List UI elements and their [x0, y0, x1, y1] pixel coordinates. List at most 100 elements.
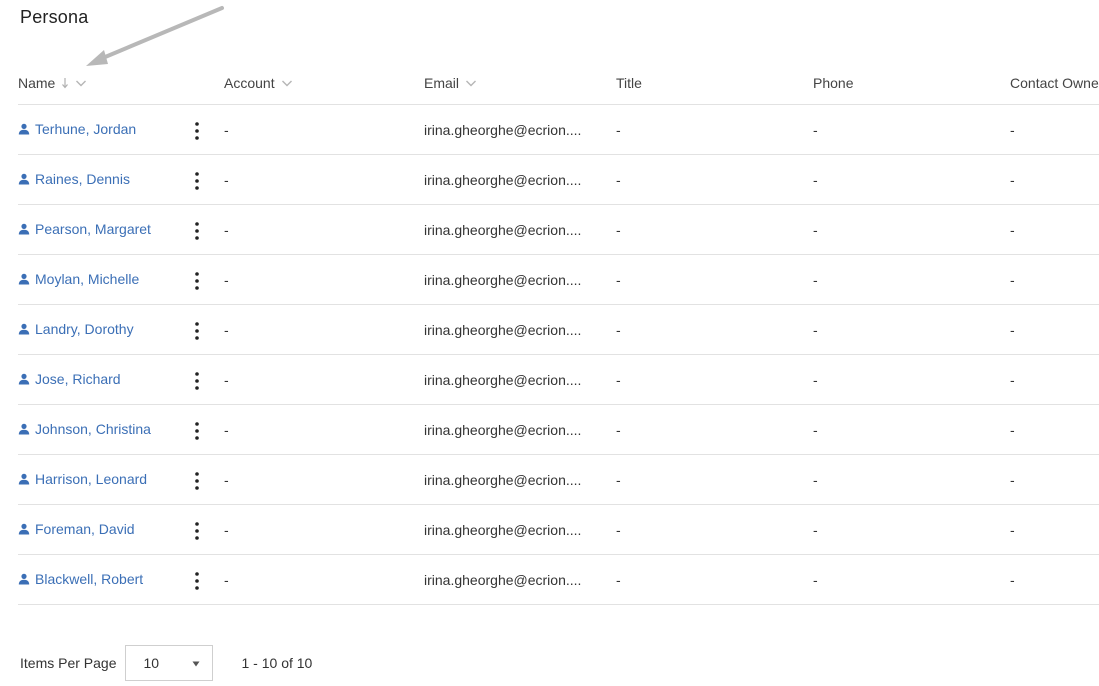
cell-name: Blackwell, Robert — [18, 554, 190, 605]
contact-owner-value: - — [1010, 271, 1015, 288]
person-icon — [18, 523, 30, 535]
contact-name-link[interactable]: Terhune, Jordan — [18, 121, 136, 137]
table-row[interactable]: Johnson, Christina - irina.gheorghe@ecrion… — [18, 404, 1099, 455]
kebab-menu-icon[interactable] — [190, 421, 204, 441]
email-value: irina.gheorghe@ecrion.... — [424, 171, 582, 188]
column-header-contact-owner[interactable]: Contact Owner — [1010, 62, 1099, 105]
cell-phone: - — [813, 204, 1011, 255]
person-icon — [18, 323, 30, 335]
contact-name-link[interactable]: Moylan, Michelle — [18, 271, 139, 287]
cell-contact-owner: - — [1010, 204, 1099, 255]
title-value: - — [616, 571, 621, 588]
cell-row-menu — [190, 204, 225, 255]
contact-name-link[interactable]: Foreman, David — [18, 521, 135, 537]
contact-name: Moylan, Michelle — [35, 271, 140, 287]
phone-value: - — [813, 471, 818, 488]
kebab-menu-icon[interactable] — [190, 371, 204, 391]
contact-name: Blackwell, Robert — [35, 571, 144, 587]
table-row[interactable]: Foreman, David - irina.gheorghe@ecrion....… — [18, 504, 1099, 555]
cell-title: - — [616, 454, 814, 505]
cell-account: - — [224, 204, 425, 255]
table-row[interactable]: Blackwell, Robert - irina.gheorghe@ecrion.… — [18, 554, 1099, 605]
email-value: irina.gheorghe@ecrion.... — [424, 121, 582, 138]
account-value: - — [224, 571, 229, 588]
cell-name: Johnson, Christina — [18, 404, 190, 455]
table-body: Terhune, Jordan - irina.gheorghe@ecrion...… — [18, 104, 1099, 605]
table-row[interactable]: Harrison, Leonard - irina.gheorghe@ecrion.… — [18, 454, 1099, 505]
column-header-label: Title — [616, 75, 642, 91]
title-value: - — [616, 271, 621, 288]
person-icon — [18, 273, 30, 285]
kebab-menu-icon[interactable] — [190, 271, 204, 291]
contact-name-link[interactable]: Harrison, Leonard — [18, 471, 147, 487]
phone-value: - — [813, 171, 818, 188]
contact-name-link[interactable]: Johnson, Christina — [18, 421, 151, 437]
column-header-email[interactable]: Email — [424, 62, 617, 105]
cell-title: - — [616, 104, 814, 155]
contact-name-link[interactable]: Raines, Dennis — [18, 171, 130, 187]
table-row[interactable]: Landry, Dorothy - irina.gheorghe@ecrion...… — [18, 304, 1099, 355]
cell-row-menu — [190, 354, 225, 405]
chevron-down-icon[interactable] — [465, 77, 477, 89]
contact-name-link[interactable]: Blackwell, Robert — [18, 571, 143, 587]
contacts-table: Name Account Email Title Phone Contact O… — [18, 62, 1099, 605]
table-row[interactable]: Raines, Dennis - irina.gheorghe@ecrion....… — [18, 154, 1099, 205]
contact-name-link[interactable]: Pearson, Margaret — [18, 221, 151, 237]
person-icon — [18, 123, 30, 135]
column-header-label: Contact Owner — [1010, 75, 1099, 91]
cell-phone: - — [813, 404, 1011, 455]
column-header-label: Name — [18, 75, 56, 91]
cell-contact-owner: - — [1010, 354, 1099, 405]
contact-name-link[interactable]: Jose, Richard — [18, 371, 121, 387]
table-row[interactable]: Jose, Richard - irina.gheorghe@ecrion.... -… — [18, 354, 1099, 405]
kebab-menu-icon[interactable] — [190, 571, 204, 591]
column-header-title[interactable]: Title — [616, 62, 814, 105]
kebab-menu-icon[interactable] — [190, 521, 204, 541]
contact-name-link[interactable]: Landry, Dorothy — [18, 321, 134, 337]
cell-row-menu — [190, 304, 225, 355]
kebab-menu-icon[interactable] — [190, 471, 204, 491]
kebab-menu-icon[interactable] — [190, 171, 204, 191]
cell-contact-owner: - — [1010, 504, 1099, 555]
cell-title: - — [616, 154, 814, 205]
cell-account: - — [224, 554, 425, 605]
chevron-down-icon[interactable] — [281, 77, 293, 89]
contact-name: Foreman, David — [35, 521, 135, 537]
column-header-account[interactable]: Account — [224, 62, 425, 105]
title-value: - — [616, 321, 621, 338]
person-icon — [18, 423, 30, 435]
chevron-down-icon[interactable] — [75, 77, 87, 89]
items-per-page-select[interactable]: 10 — [124, 645, 213, 681]
column-header-name[interactable]: Name — [18, 62, 225, 105]
cell-title: - — [616, 304, 814, 355]
kebab-menu-icon[interactable] — [190, 121, 204, 141]
table-row[interactable]: Terhune, Jordan - irina.gheorghe@ecrion...… — [18, 104, 1099, 155]
contacts-table-container: Name Account Email Title Phone Contact O… — [18, 62, 1099, 605]
column-header-phone[interactable]: Phone — [813, 62, 1011, 105]
phone-value: - — [813, 521, 818, 538]
kebab-menu-icon[interactable] — [190, 321, 204, 341]
title-value: - — [616, 521, 621, 538]
cell-phone: - — [813, 304, 1011, 355]
table-row[interactable]: Moylan, Michelle - irina.gheorghe@ecrion..… — [18, 254, 1099, 305]
kebab-menu-icon[interactable] — [190, 221, 204, 241]
contact-name: Johnson, Christina — [35, 421, 151, 437]
cell-name: Pearson, Margaret — [18, 204, 190, 255]
contact-name: Landry, Dorothy — [35, 321, 134, 337]
items-per-page-label: Items Per Page — [20, 655, 117, 671]
contact-owner-value: - — [1010, 521, 1015, 538]
sort-down-arrow-icon[interactable] — [61, 77, 69, 89]
cell-contact-owner: - — [1010, 404, 1099, 455]
cell-row-menu — [190, 154, 225, 205]
account-value: - — [224, 271, 229, 288]
person-icon — [18, 223, 30, 235]
cell-title: - — [616, 204, 814, 255]
table-row[interactable]: Pearson, Margaret - irina.gheorghe@ecrion.… — [18, 204, 1099, 255]
cell-email: irina.gheorghe@ecrion.... — [424, 304, 617, 355]
title-value: - — [616, 171, 621, 188]
title-value: - — [616, 371, 621, 388]
person-icon — [18, 473, 30, 485]
contact-owner-value: - — [1010, 321, 1015, 338]
phone-value: - — [813, 121, 818, 138]
column-header-label: Email — [424, 75, 460, 91]
